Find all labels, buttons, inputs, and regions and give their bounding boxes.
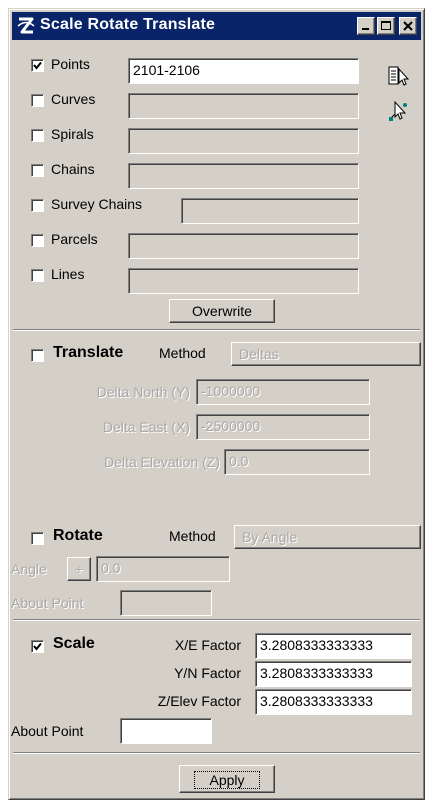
parcels-label: Parcels [51,231,98,247]
overwrite-button[interactable]: Overwrite [169,299,275,323]
separator [13,752,420,754]
curves-label: Curves [51,91,96,107]
check-mark-icon [33,642,42,651]
spirals-label: Spirals [51,126,94,142]
chains-label: Chains [51,161,95,177]
zelev-factor-label: Z/Elev Factor [157,693,241,709]
apply-button-label: Apply [194,771,260,789]
survey-chains-label: Survey Chains [51,196,143,212]
translate-label: Translate [53,344,124,361]
scale-about-point-label: About Point [11,723,84,739]
angle-sign-button[interactable]: + [67,557,91,581]
delta-east-input[interactable]: -2500000 [196,414,370,440]
translate-checkbox[interactable] [31,349,44,362]
survey-chains-checkbox[interactable] [31,199,44,212]
angle-input[interactable]: 0.0 [96,556,230,582]
xe-factor-input[interactable]: 3.2808333333333 [255,633,412,659]
delta-north-label: Delta North (Y) [96,384,190,400]
select-element-button[interactable] [387,64,411,88]
rotate-label: Rotate [53,527,103,544]
identify-point-button[interactable] [387,99,411,123]
yn-factor-input[interactable]: 3.2808333333333 [255,661,412,687]
delta-north-input[interactable]: -1000000 [196,379,370,405]
points-input[interactable]: 2101-2106 [128,58,359,84]
apply-button[interactable]: Apply [179,765,275,793]
maximize-icon [381,21,391,30]
curves-input[interactable] [128,93,359,119]
rotate-about-point-input[interactable] [120,590,212,616]
spirals-input[interactable] [128,128,359,154]
delta-elevation-input[interactable]: 0.0 [224,449,370,475]
separator [13,329,420,331]
parcels-checkbox[interactable] [31,234,44,247]
close-icon [403,21,413,31]
identify-point-icon [389,100,407,121]
parcels-input[interactable] [128,233,359,259]
scale-label: Scale [53,635,95,652]
curves-checkbox[interactable] [31,94,44,107]
chains-checkbox[interactable] [31,164,44,177]
maximize-button[interactable] [377,17,395,35]
rotate-method-select[interactable]: By Angle [234,525,421,549]
select-element-icon [388,66,410,86]
zelev-factor-input[interactable]: 3.2808333333333 [255,689,412,715]
scale-rotate-translate-dialog: Scale Rotate Translate Points 2101-2106 … [8,8,425,800]
delta-elevation-label: Delta Elevation (Z) [104,454,220,470]
check-mark-icon [33,61,42,70]
points-checkbox[interactable] [31,59,44,72]
minimize-button[interactable] [357,17,375,35]
geopak-logo-icon [17,17,35,34]
translate-method-select[interactable]: Deltas [231,342,421,366]
yn-factor-label: Y/N Factor [174,665,241,681]
points-label: Points [51,56,90,72]
minimize-icon [362,28,369,30]
title-bar[interactable]: Scale Rotate Translate [12,12,421,40]
separator [13,619,420,621]
translate-method-label: Method [159,345,206,361]
rotate-checkbox[interactable] [31,532,44,545]
lines-input[interactable] [128,268,359,294]
survey-chains-input[interactable] [181,198,359,224]
spirals-checkbox[interactable] [31,129,44,142]
angle-label: Angle [11,561,47,577]
rotate-method-label: Method [169,528,216,544]
scale-about-point-input[interactable] [120,718,212,744]
delta-east-label: Delta East (X) [102,419,190,435]
lines-checkbox[interactable] [31,269,44,282]
chains-input[interactable] [128,163,359,189]
lines-label: Lines [51,266,85,282]
window-title: Scale Rotate Translate [40,16,216,33]
xe-factor-label: X/E Factor [174,637,241,653]
rotate-about-point-label: About Point [11,595,84,611]
close-button[interactable] [399,17,417,35]
scale-checkbox[interactable] [31,640,44,653]
